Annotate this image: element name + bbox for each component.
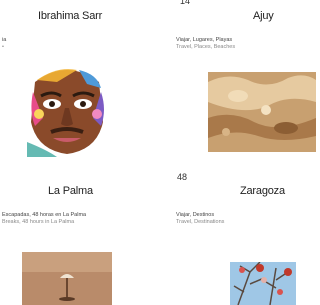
portrait-illustration[interactable] <box>17 62 117 157</box>
tree-sky-photo[interactable] <box>230 262 296 305</box>
card-category: Viajar, Lugares, Playas Travel, Places, … <box>176 37 235 51</box>
card-la-palma[interactable]: La Palma Escapadas, 48 horas en La Palma… <box>0 170 160 305</box>
card-title[interactable]: Zaragoza <box>240 185 285 197</box>
sand-rock-photo[interactable] <box>208 72 316 152</box>
category-es: ia <box>2 37 7 43</box>
card-category: ia • <box>2 37 6 51</box>
card-number: 14 <box>180 0 191 6</box>
card-number: 48 <box>177 172 188 182</box>
card-category: Viajar, Destinos Travel, Destinations <box>176 212 224 226</box>
card-ajuy[interactable]: 14 Ajuy Viajar, Lugares, Playas Travel, … <box>160 0 316 170</box>
card-title[interactable]: Ajuy <box>253 10 274 22</box>
category-en: Travel, Places, Beaches <box>176 44 236 50</box>
card-ibrahima-sarr[interactable]: Ibrahima Sarr ia • <box>0 0 160 170</box>
category-es: Viajar, Destinos <box>176 212 215 218</box>
lamp-photo[interactable] <box>22 252 112 305</box>
card-category: Escapadas, 48 horas en La Palma Breaks, … <box>2 212 86 226</box>
category-en: • <box>2 44 4 50</box>
card-title[interactable]: Ibrahima Sarr <box>38 10 102 22</box>
category-es: Viajar, Lugares, Playas <box>176 37 233 43</box>
card-zaragoza[interactable]: 48 Zaragoza Viajar, Destinos Travel, Des… <box>160 170 316 305</box>
category-en: Breaks, 48 hours in La Palma <box>2 219 75 225</box>
category-en: Travel, Destinations <box>176 219 225 225</box>
card-title[interactable]: La Palma <box>48 185 93 197</box>
category-es: Escapadas, 48 horas en La Palma <box>2 212 87 218</box>
